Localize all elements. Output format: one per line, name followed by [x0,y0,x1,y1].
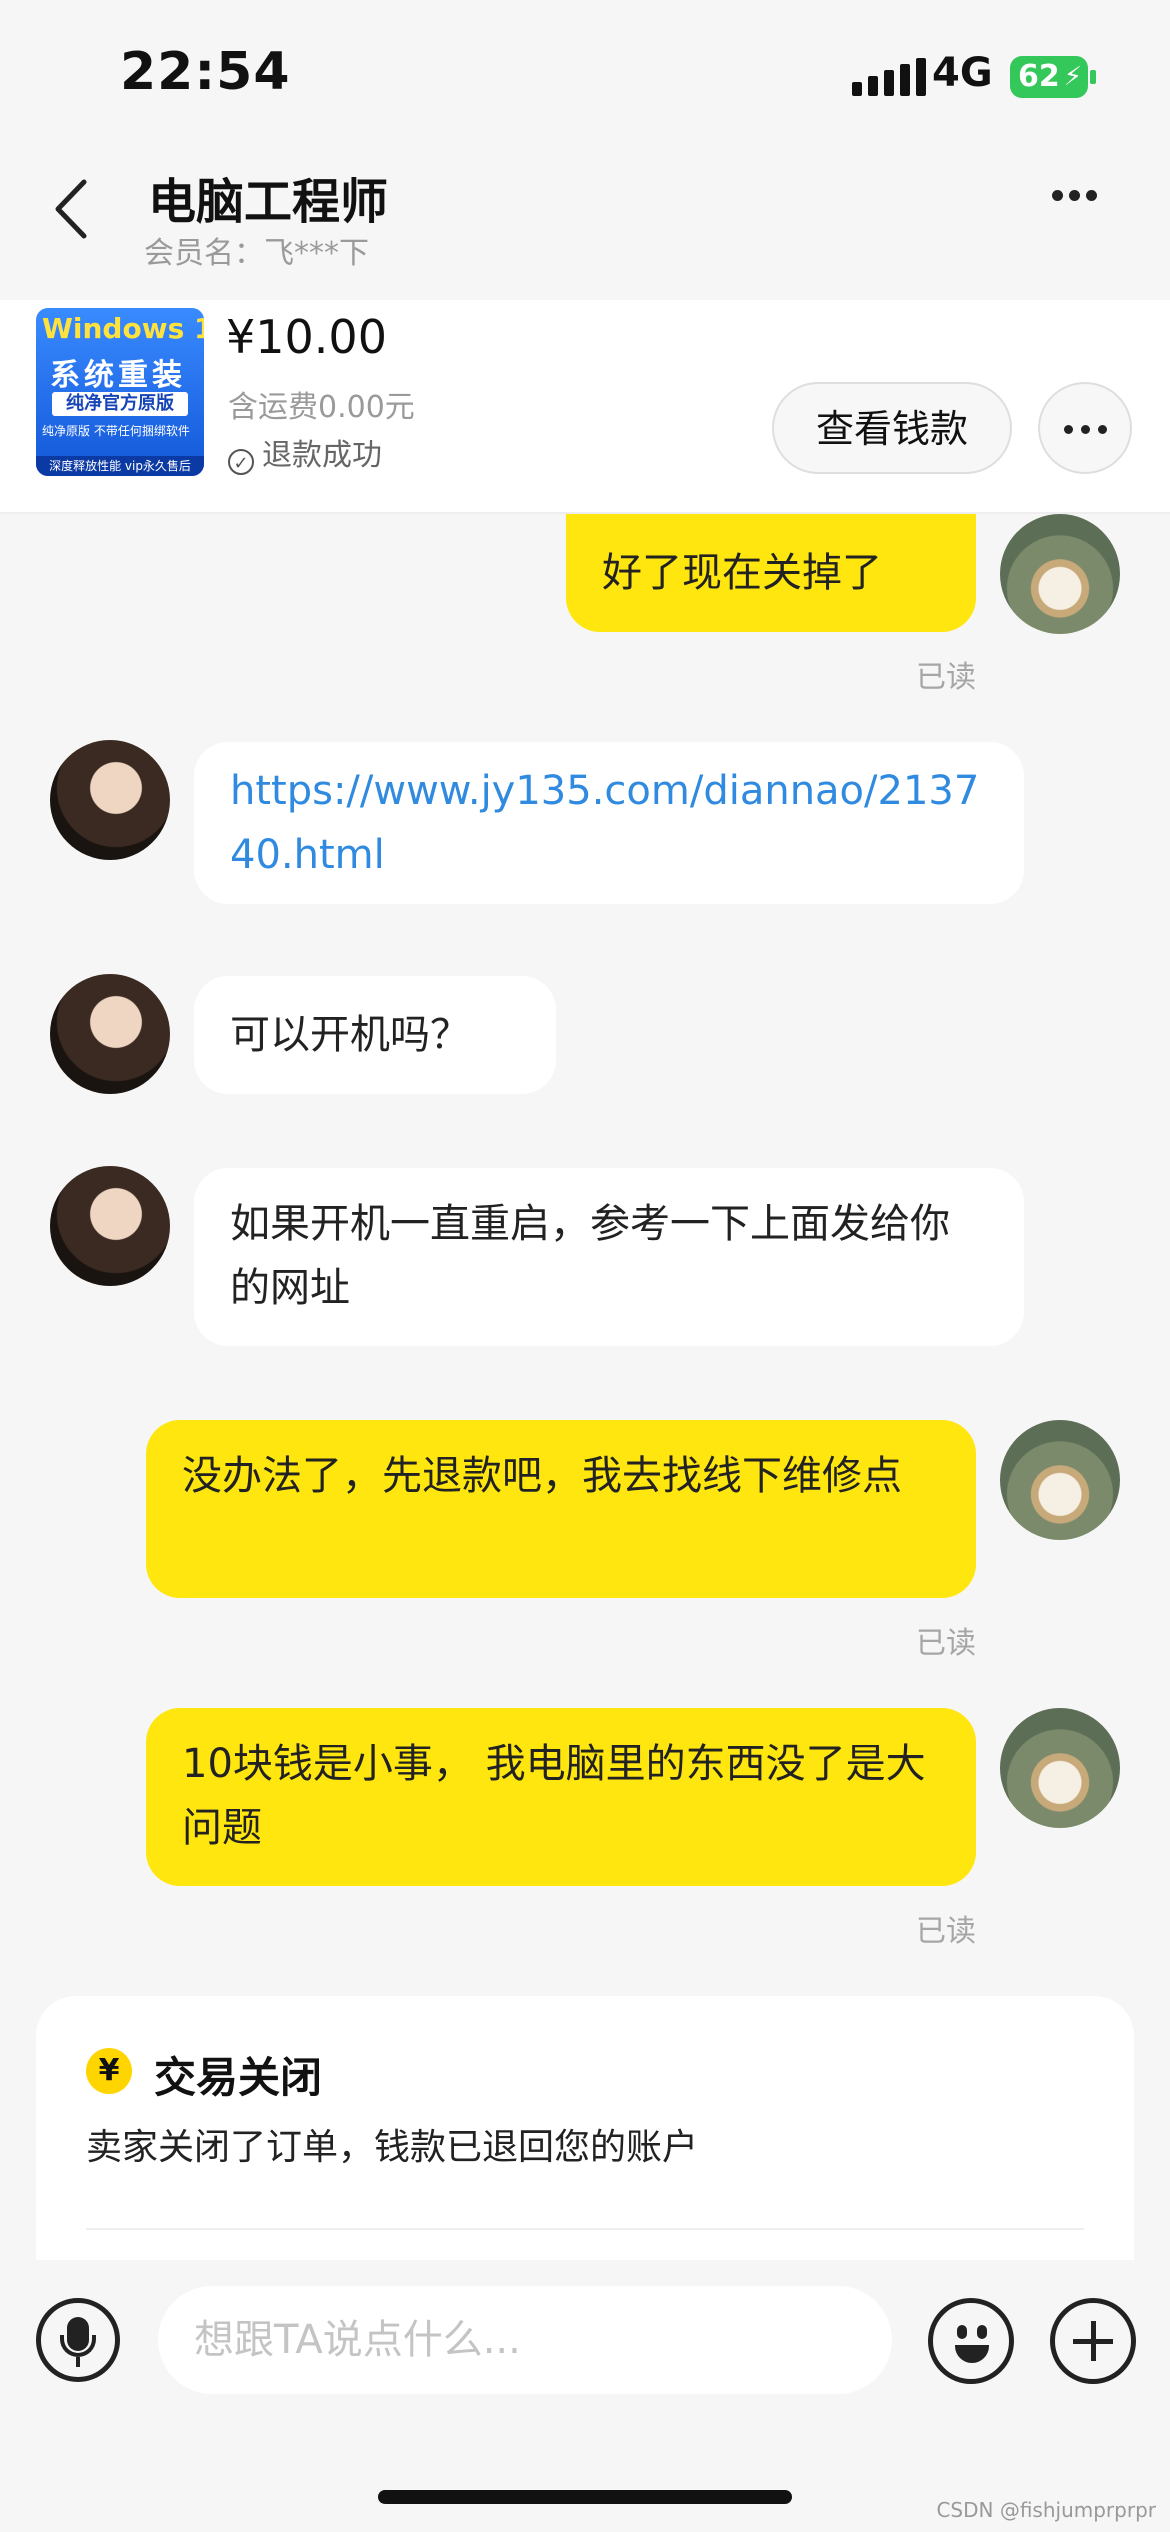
yen-coin-icon: ¥ [86,2048,132,2094]
trade-closed-text: 卖家关闭了订单，钱款已退回您的账户 [86,2127,699,2168]
emoji-eye [957,2325,967,2339]
thumb-line: 纯净官方原版 [52,392,188,416]
my-message-bubble[interactable]: 10块钱是小事， 我电脑里的东西没了是大问题 [146,1708,976,1886]
thumb-line: Windows 11 [42,312,204,345]
refund-status: ✓ 退款成功 [228,430,382,475]
dot-icon [1086,190,1097,201]
battery-cap [1090,70,1096,84]
status-time: 22:54 [120,42,291,102]
check-circle-icon: ✓ [228,449,254,475]
my-message-bubble[interactable]: 没办法了，先退款吧，我去找线下维修点 [146,1420,976,1598]
thumb-line: 深度释放性能 vip永久售后 [36,456,204,476]
seller-avatar[interactable] [50,740,170,860]
message-input[interactable] [158,2286,892,2394]
network-type: 4G [932,50,993,96]
seller-avatar[interactable] [50,1166,170,1286]
add-button[interactable] [1050,2298,1136,2384]
seller-message-bubble[interactable]: 如果开机一直重启，参考一下上面发给你的网址 [194,1168,1024,1346]
divider [86,2228,1084,2230]
battery-level: 62 [1018,59,1060,94]
trade-closed-title: 交易关闭 [154,2053,323,2102]
product-thumbnail[interactable]: Windows 11 系统重装 纯净官方原版 纯净原版 不带任何捆绑软件 深度释… [36,308,204,476]
dot-icon [1069,190,1080,201]
emoji-button[interactable] [928,2298,1014,2384]
back-button[interactable] [48,174,98,244]
product-card: Windows 11 系统重装 纯净官方原版 纯净原版 不带任何捆绑软件 深度释… [0,300,1170,514]
signal-icon [852,58,932,96]
plus-icon-stroke [1091,2321,1096,2361]
read-receipt: 已读 [916,660,976,695]
dot-icon [1063,425,1073,434]
voice-button[interactable] [36,2298,120,2382]
my-avatar[interactable] [1000,1708,1120,1828]
view-money-button[interactable]: 查看钱款 [772,382,1012,474]
page-title: 电脑工程师 [148,174,389,230]
read-receipt: 已读 [916,1914,976,1949]
more-options-button[interactable] [1052,186,1122,226]
product-price: ¥10.00 [226,310,387,364]
microphone-base [76,2357,80,2367]
trade-closed-card[interactable]: ¥ 交易关闭 卖家关闭了订单，钱款已退回您的账户 [36,1996,1134,2260]
chat-header: 电脑工程师 会员名：飞***下 [0,150,1170,300]
seller-message-bubble[interactable]: 可以开机吗？ [194,976,556,1094]
product-more-button[interactable] [1038,382,1132,474]
thumb-line: 系统重装 [50,358,186,393]
my-avatar[interactable] [1000,514,1120,634]
member-name: 会员名：飞***下 [144,236,369,271]
thumb-line: 纯净原版 不带任何捆绑软件 [42,424,190,438]
refund-status-label: 退款成功 [262,438,382,473]
seller-avatar[interactable] [50,974,170,1094]
dot-icon [1080,425,1090,434]
read-receipt: 已读 [916,1626,976,1661]
emoji-eye [977,2325,987,2339]
my-avatar[interactable] [1000,1420,1120,1540]
charging-bolt-icon: ⚡ [1063,62,1082,92]
battery-icon: 62 ⚡ [1010,56,1088,98]
shipping-fee: 含运费0.00元 [228,390,415,425]
dot-icon [1052,190,1063,201]
watermark: CSDN @fishjumprprpr [936,2498,1156,2522]
dot-icon [1097,425,1107,434]
my-message-bubble[interactable]: 好了现在关掉了 [566,514,976,632]
link-message-bubble[interactable]: https://www.jy135.com/diannao/213740.htm… [194,742,1024,904]
chevron-left-icon [55,179,87,239]
home-indicator[interactable] [378,2490,792,2504]
microphone-stand [60,2335,96,2357]
emoji-mouth [955,2345,989,2363]
status-bar: 22:54 4G 62 ⚡ [0,0,1170,150]
